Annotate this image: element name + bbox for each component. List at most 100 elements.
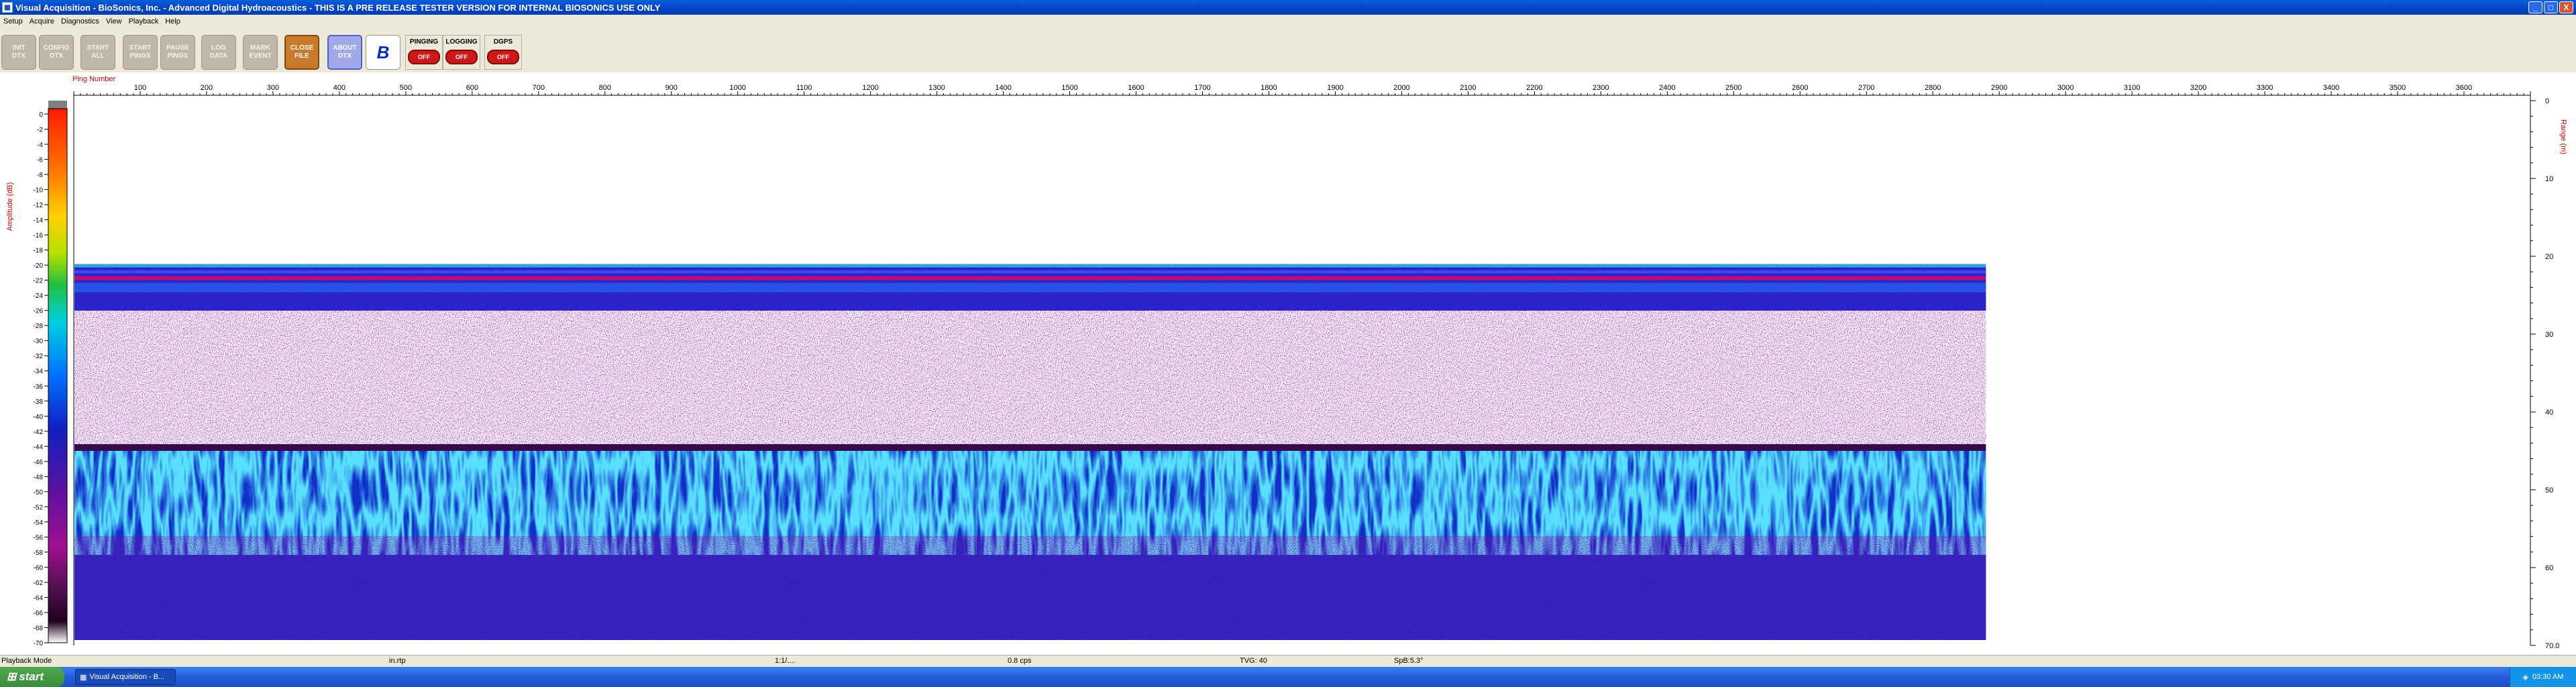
status-ratio: 1:1/.... xyxy=(775,657,796,665)
amp-tick-label: -68 xyxy=(34,625,44,632)
amp-tick-label: -14 xyxy=(34,217,44,225)
amp-tick-label: -20 xyxy=(34,262,44,270)
ping-tick-label: 3100 xyxy=(2124,84,2140,92)
amp-tick-label: -40 xyxy=(34,413,44,421)
pause-pings-button[interactable]: PAUSE PINGS xyxy=(160,35,195,70)
status-tvg: TVG: 40 xyxy=(1240,657,1267,665)
ping-tick-label: 1900 xyxy=(1327,84,1343,92)
ping-tick-label: 2900 xyxy=(1991,84,2007,92)
ping-axis: 100 200 300 400 500 600 700 800 900 1000 1100 1200 1… xyxy=(73,84,2531,95)
ping-tick-label: 3600 xyxy=(2456,84,2472,92)
start-pings-button[interactable]: START PINGS xyxy=(123,35,158,70)
title-bar: ▦ Visual Acquisition - BioSonics, Inc. -… xyxy=(0,0,2576,15)
taskbar-item-label: Visual Acquisition - B... xyxy=(89,673,165,681)
amp-tick-label: -42 xyxy=(34,429,44,436)
close-file-button[interactable]: CLOSE FILE xyxy=(284,35,319,70)
colorbar-cap xyxy=(48,101,67,109)
start-button[interactable]: ⊞ start xyxy=(0,667,64,687)
ping-tick-label: 500 xyxy=(400,84,412,92)
noise-band-speckle xyxy=(74,311,1986,451)
amp-tick-label: -60 xyxy=(34,564,44,572)
ping-number-title: Ping Number xyxy=(72,75,116,83)
minimize-button[interactable]: _ xyxy=(2528,1,2542,13)
range-tick-label: 10 xyxy=(2545,175,2553,183)
amp-tick-label: -50 xyxy=(34,489,44,496)
amp-tick-label: -10 xyxy=(34,187,44,195)
range-tick-label: 70.0 xyxy=(2545,642,2559,650)
amp-tick-label: -28 xyxy=(34,323,44,330)
start-all-button[interactable]: START ALL xyxy=(80,35,115,70)
status-bar: Playback Mode in.rtp 1:1/.... 0.8 cps TV… xyxy=(0,655,2576,668)
ping-tick-label: 1500 xyxy=(1061,84,1077,92)
amp-tick-label: -34 xyxy=(34,368,44,376)
ping-tick-label: 200 xyxy=(201,84,213,92)
close-button[interactable]: X xyxy=(2559,1,2573,13)
about-dtx-button[interactable]: ABOUT DTX xyxy=(327,35,362,70)
logging-label: LOGGING xyxy=(445,38,478,46)
mark-event-button[interactable]: MARK EVENT xyxy=(243,35,278,70)
echogram-panel: Amplitude (dB) 0 -2 -4 -6 -8 -10 -12 -14 -16 -18 -… xyxy=(0,72,2576,655)
range-tick-label: 40 xyxy=(2545,409,2553,417)
menu-playback[interactable]: Playback xyxy=(125,17,162,25)
ping-tick-label: 3300 xyxy=(2257,84,2273,92)
menu-help[interactable]: Help xyxy=(162,17,184,25)
amp-tick-label: -24 xyxy=(34,293,44,300)
tray-icon[interactable]: ◈ xyxy=(2523,673,2528,682)
amp-tick-label: -6 xyxy=(37,157,43,164)
windows-logo-icon: ⊞ xyxy=(7,670,17,683)
dgps-label: DGPS xyxy=(493,38,513,46)
status-spb: SpB:5.3° xyxy=(1394,657,1424,665)
ping-tick-label: 2000 xyxy=(1393,84,1409,92)
range-tick-label: 60 xyxy=(2545,564,2553,572)
range-tick-label: 20 xyxy=(2545,253,2553,261)
pinging-toggle[interactable]: PINGING OFF xyxy=(405,35,443,70)
logging-toggle[interactable]: LOGGING OFF xyxy=(443,35,480,70)
ping-tick-label: 100 xyxy=(134,84,146,92)
ping-tick-label: 600 xyxy=(466,84,478,92)
pinging-indicator: OFF xyxy=(408,50,440,64)
clock: 03:30 AM xyxy=(2532,673,2564,681)
menu-diagnostics[interactable]: Diagnostics xyxy=(58,17,103,25)
ping-tick-label: 2300 xyxy=(1593,84,1609,92)
ping-tick-label: 700 xyxy=(533,84,545,92)
ping-tick-label: 1200 xyxy=(862,84,878,92)
amp-tick-label: -64 xyxy=(34,594,44,602)
dgps-toggle[interactable]: DGPS OFF xyxy=(484,35,522,70)
ping-tick-label: 1100 xyxy=(796,84,812,92)
amp-tick-label: -36 xyxy=(34,383,44,390)
menu-acquire[interactable]: Acquire xyxy=(26,17,58,25)
ping-tick-label: 1600 xyxy=(1128,84,1144,92)
range-axis: 0 10 20 30 40 50 60 70.0 xyxy=(2530,97,2559,650)
amp-tick-label: -26 xyxy=(34,308,44,315)
log-data-button[interactable]: LOG DATA xyxy=(201,35,236,70)
amp-tick-label: -16 xyxy=(34,232,44,240)
amp-tick-label: 0 xyxy=(39,111,43,119)
menu-setup[interactable]: Setup xyxy=(0,17,26,25)
amp-tick-label: -54 xyxy=(34,519,44,527)
system-tray: ◈ 03:30 AM xyxy=(2510,667,2576,687)
start-label: start xyxy=(19,670,44,683)
amp-tick-label: -70 xyxy=(34,640,44,647)
amplitude-colorbar xyxy=(48,108,68,643)
maximize-button[interactable]: □ xyxy=(2544,1,2558,13)
taskbar-item-visual-acquisition[interactable]: ▦ Visual Acquisition - B... xyxy=(75,669,176,685)
app-icon: ▦ xyxy=(2,2,13,13)
amp-tick-label: -48 xyxy=(34,474,44,481)
menu-view[interactable]: View xyxy=(103,17,125,25)
amp-tick-label: -22 xyxy=(34,278,44,285)
amp-tick-label: -8 xyxy=(37,172,43,179)
ping-tick-label: 1800 xyxy=(1260,84,1277,92)
app-taskbar-icon: ▦ xyxy=(80,673,87,682)
toolbar: INIT DTX CONFIG DTX START ALL START PING… xyxy=(0,28,2576,72)
amp-tick-label: -38 xyxy=(34,399,44,406)
config-dtx-button[interactable]: CONFIG DTX xyxy=(39,35,74,70)
ping-tick-label: 2800 xyxy=(1925,84,1941,92)
blue-band-speckle xyxy=(74,535,1986,640)
noise-band-bottom xyxy=(74,444,1986,451)
logging-indicator: OFF xyxy=(445,50,478,64)
echogram-plot[interactable]: Amplitude (dB) 0 -2 -4 -6 -8 -10 -12 -14 -16 -18 -… xyxy=(0,72,2576,655)
ping-tick-label: 900 xyxy=(665,84,678,92)
amp-tick-label: -58 xyxy=(34,549,44,557)
init-dtx-button[interactable]: INIT DTX xyxy=(1,35,36,70)
window-title: Visual Acquisition - BioSonics, Inc. - A… xyxy=(15,2,661,13)
